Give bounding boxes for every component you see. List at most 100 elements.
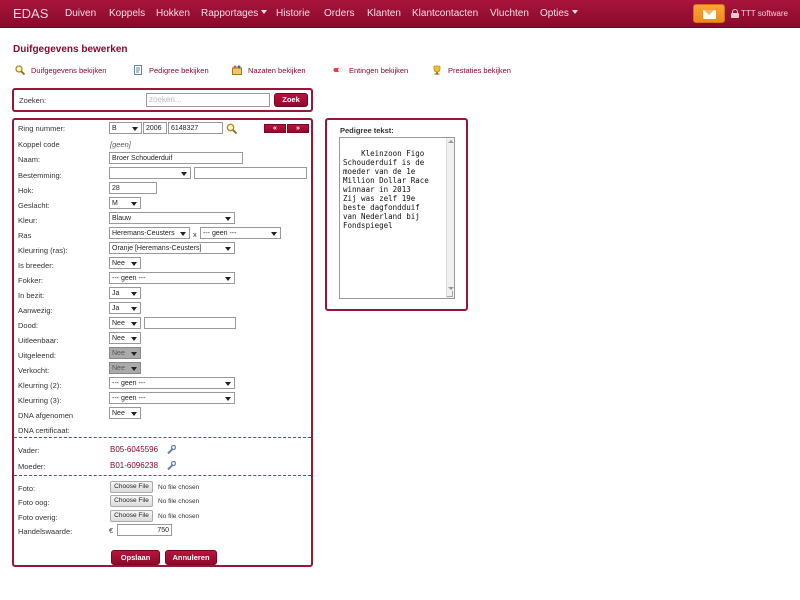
handelswaarde-label: Handelswaarde:: [18, 527, 73, 536]
ras-select[interactable]: Heremans-Ceusters: [109, 227, 190, 239]
pedigree-textarea[interactable]: Kleinzoon Figo Schouderduif is de moeder…: [339, 137, 455, 299]
wrench-icon[interactable]: [166, 444, 177, 455]
brand-logo[interactable]: EDAS: [13, 6, 48, 21]
view-offspring-link[interactable]: Nazaten bekijken: [232, 64, 306, 76]
nav-duiven[interactable]: Duiven: [65, 8, 96, 19]
wrench-icon[interactable]: [166, 460, 177, 471]
divider: [14, 437, 311, 438]
koppel-label: Koppel code: [18, 140, 60, 149]
user-name[interactable]: TTT software: [741, 9, 788, 18]
ring-number-input[interactable]: 6148327: [168, 122, 223, 134]
uitleenbaar-label: Uitleenbaar:: [18, 336, 59, 345]
nav-hokken[interactable]: Hokken: [156, 8, 190, 19]
scrollbar[interactable]: [446, 138, 454, 298]
kleurring2-select[interactable]: --- geen ---: [109, 377, 235, 389]
dood-select[interactable]: Nee: [109, 317, 141, 329]
kleur-label: Kleur:: [18, 216, 38, 225]
envelope-icon: [703, 10, 716, 19]
foto-file-button[interactable]: Choose File: [110, 481, 153, 493]
nav-vluchten[interactable]: Vluchten: [490, 8, 529, 19]
search-button[interactable]: Zoek: [274, 93, 308, 107]
nav-rapportages-label: Rapportages: [201, 8, 259, 19]
foto-oog-label: Foto oog:: [18, 498, 50, 507]
divider: [14, 475, 311, 476]
nav-koppels[interactable]: Koppels: [109, 8, 145, 19]
messages-button[interactable]: [693, 4, 725, 23]
view-performance-link[interactable]: Prestaties bekijken: [432, 64, 511, 76]
foto-overig-file-button[interactable]: Choose File: [110, 510, 153, 522]
chevron-down-icon: [261, 10, 268, 14]
ras2-select[interactable]: --- geen ---: [200, 227, 281, 239]
geslacht-label: Geslacht:: [18, 201, 50, 210]
verkocht-label: Verkocht:: [18, 366, 50, 375]
action-label: Prestaties bekijken: [448, 65, 511, 75]
view-details-link[interactable]: Duifgegevens bekijken: [15, 64, 106, 76]
in-bezit-select[interactable]: Ja: [109, 287, 141, 299]
nav-rapportages[interactable]: Rapportages: [201, 8, 268, 19]
foto-oog-file-button[interactable]: Choose File: [110, 495, 153, 507]
search-icon[interactable]: [226, 123, 238, 135]
fokker-select[interactable]: --- geen ---: [109, 272, 235, 284]
save-button[interactable]: Opslaan: [111, 550, 160, 565]
foto-oog-file-status: No file chosen: [158, 498, 200, 505]
dna-select[interactable]: Nee: [109, 407, 141, 419]
uitleenbaar-select[interactable]: Nee: [109, 332, 141, 344]
pedigree-label: Pedigree tekst:: [340, 126, 394, 135]
dood-label: Dood:: [18, 321, 39, 330]
action-label: Duifgegevens bekijken: [31, 65, 107, 75]
moeder-label: Moeder:: [18, 462, 46, 471]
ring-label: Ring nummer:: [18, 124, 66, 133]
dna-certificate-label: DNA certificaat:: [18, 426, 70, 435]
view-vaccinations-link[interactable]: Entingen bekijken: [333, 64, 408, 76]
search-input[interactable]: zoeken...: [146, 93, 270, 107]
ring-country-select[interactable]: B: [109, 122, 142, 134]
nav-orders[interactable]: Orders: [324, 8, 355, 19]
kleurring3-select[interactable]: --- geen ---: [109, 392, 235, 404]
hok-label: Hok:: [18, 186, 34, 195]
moeder-link[interactable]: B01-6096238: [110, 461, 158, 470]
is-breeder-select[interactable]: Nee: [109, 257, 141, 269]
page-title: Duifgegevens bewerken: [13, 44, 128, 55]
action-label: Entingen bekijken: [349, 65, 409, 75]
nav-historie[interactable]: Historie: [276, 8, 310, 19]
search-panel: Zoeken: zoeken... Zoek: [12, 88, 313, 112]
is-breeder-label: Is breeder:: [18, 261, 54, 270]
previous-button[interactable]: «: [264, 124, 286, 133]
action-label: Pedigree bekijken: [149, 65, 209, 75]
foto-overig-label: Foto overig:: [18, 513, 58, 522]
pedigree-text: Kleinzoon Figo Schouderduif is de moeder…: [343, 149, 429, 230]
ras-label: Ras: [18, 231, 32, 240]
nav-opties[interactable]: Opties: [540, 8, 578, 19]
aanwezig-label: Aanwezig:: [18, 306, 53, 315]
bestemming-select[interactable]: [109, 167, 191, 179]
nav-klantcontacten[interactable]: Klantcontacten: [412, 8, 478, 19]
top-navbar: EDAS Duiven Koppels Hokken Rapportages H…: [0, 0, 800, 28]
search-label: Zoeken:: [19, 96, 47, 105]
aanwezig-select[interactable]: Ja: [109, 302, 141, 314]
resize-handle[interactable]: [447, 291, 453, 297]
hok-input[interactable]: 28: [109, 182, 157, 194]
kleur-select[interactable]: Blauw: [109, 212, 235, 224]
kleurring-ras-select[interactable]: Oranje [Heremans-Ceusters]: [109, 242, 235, 254]
next-button[interactable]: »: [287, 124, 309, 133]
naam-input[interactable]: Broer Schouderduif: [109, 152, 243, 164]
cancel-button[interactable]: Annuleren: [165, 550, 217, 565]
vader-link[interactable]: B05-6045596: [110, 445, 158, 454]
bestemming-extra-input[interactable]: [194, 167, 307, 179]
ring-year-input[interactable]: 2006: [143, 122, 167, 134]
dood-date-input[interactable]: [144, 317, 236, 329]
foto-label: Foto:: [18, 484, 36, 493]
lock-icon: [731, 9, 739, 18]
nav-klanten[interactable]: Klanten: [367, 8, 401, 19]
handelswaarde-input[interactable]: 750: [117, 524, 172, 536]
chevron-down-icon: [571, 10, 578, 14]
vader-label: Vader:: [18, 446, 40, 455]
kleurring3-label: Kleurring (3):: [18, 396, 62, 405]
action-label: Nazaten bekijken: [248, 65, 306, 75]
dna-label: DNA afgenomen: [18, 411, 74, 420]
view-pedigree-link[interactable]: Pedigree bekijken: [133, 64, 209, 76]
bestemming-label: Bestemming:: [18, 171, 62, 180]
uitgeleend-select: Nee: [109, 347, 141, 359]
geslacht-select[interactable]: M: [109, 197, 141, 209]
family-icon: [232, 65, 242, 75]
